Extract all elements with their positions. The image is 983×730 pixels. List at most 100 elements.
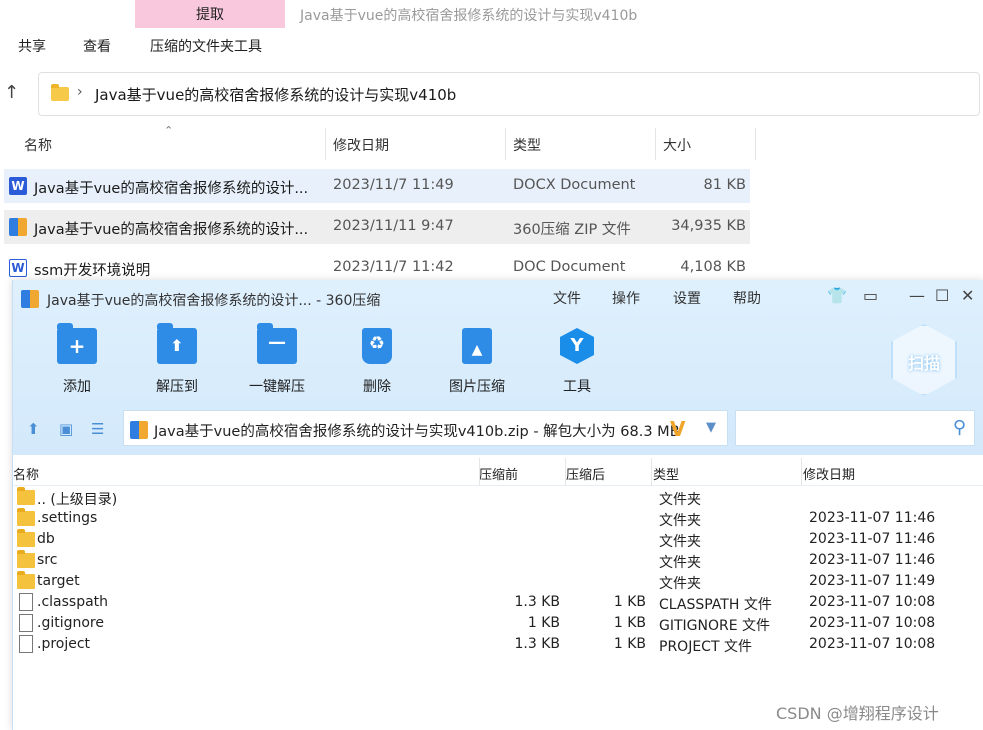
scan-button[interactable]: 扫描 bbox=[891, 324, 957, 396]
thumbnail-view-icon[interactable]: ▣ bbox=[59, 420, 73, 438]
folder-add-icon bbox=[57, 323, 97, 364]
file-type: DOCX Document bbox=[513, 177, 636, 193]
tab-extract[interactable]: 提取 bbox=[135, 0, 285, 28]
minimize-icon[interactable]: — bbox=[909, 286, 925, 305]
entry-date: 2023-11-07 11:46 bbox=[809, 510, 936, 526]
ribbon-view[interactable]: 查看 bbox=[83, 36, 111, 56]
tool-label: 添加 bbox=[63, 379, 91, 395]
column-date[interactable]: 修改日期 bbox=[803, 464, 855, 483]
entry-type: CLASSPATH 文件 bbox=[659, 597, 772, 613]
column-type[interactable]: 类型 bbox=[653, 464, 679, 483]
file-date: 2023/11/11 9:47 bbox=[333, 218, 454, 234]
zip-row[interactable]: .project 1.3 KB 1 KB PROJECT 文件 2023-11-… bbox=[13, 634, 973, 655]
menu-settings[interactable]: 设置 bbox=[673, 288, 701, 308]
entry-type: 文件夹 bbox=[659, 492, 701, 508]
chevron-down-icon[interactable]: ▼ bbox=[706, 420, 716, 435]
tool-image-compress-button[interactable]: 图片压缩 bbox=[437, 328, 517, 398]
scan-label: 扫描 bbox=[907, 354, 940, 373]
zip-row[interactable]: .classpath 1.3 KB 1 KB CLASSPATH 文件 2023… bbox=[13, 592, 973, 613]
column-divider[interactable] bbox=[505, 128, 506, 160]
close-icon[interactable]: ✕ bbox=[961, 286, 974, 305]
tools-hex-icon bbox=[560, 328, 594, 364]
tool-label: 解压到 bbox=[156, 379, 198, 395]
zip-path-text: Java基于vue的高校宿舍报修系统的设计与实现v410b.zip - 解包大小… bbox=[154, 424, 680, 440]
column-divider[interactable] bbox=[565, 458, 566, 486]
word-icon: W bbox=[9, 177, 27, 195]
column-before[interactable]: 压缩前 bbox=[479, 464, 518, 483]
file-name: Java基于vue的高校宿舍报修系统的设计... bbox=[34, 222, 309, 238]
up-level-icon[interactable]: ⬆ bbox=[27, 420, 40, 438]
explorer-ribbon: 共享 查看 压缩的文件夹工具 bbox=[0, 30, 983, 60]
tool-label: 一键解压 bbox=[249, 379, 305, 395]
tool-delete-button[interactable]: 删除 bbox=[337, 328, 417, 398]
search-icon[interactable]: ⚲ bbox=[953, 417, 966, 438]
zip-icon bbox=[9, 218, 27, 236]
column-divider[interactable] bbox=[479, 458, 480, 486]
zip-row[interactable]: target 文件夹 2023-11-07 11:49 bbox=[13, 571, 973, 592]
column-name[interactable]: 名称 bbox=[24, 135, 52, 155]
watermark: CSDN @增翔程序设计 bbox=[776, 704, 939, 723]
ribbon-share[interactable]: 共享 bbox=[18, 36, 46, 56]
zip-row[interactable]: .gitignore 1 KB 1 KB GITIGNORE 文件 2023-1… bbox=[13, 613, 973, 634]
entry-name: .settings bbox=[37, 510, 98, 526]
entry-type: GITIGNORE 文件 bbox=[659, 618, 771, 634]
entry-type: 文件夹 bbox=[659, 555, 701, 571]
menu-file[interactable]: 文件 bbox=[553, 288, 581, 308]
up-arrow-icon[interactable]: ↑ bbox=[4, 82, 22, 104]
column-divider[interactable] bbox=[755, 128, 756, 160]
zip-row[interactable]: .settings 文件夹 2023-11-07 11:46 bbox=[13, 508, 973, 529]
tool-label: 删除 bbox=[363, 379, 391, 395]
entry-name: .gitignore bbox=[37, 615, 104, 631]
tool-one-click-extract-button[interactable]: 一键解压 bbox=[237, 323, 317, 398]
zip-search-input[interactable]: ⚲ bbox=[735, 410, 975, 446]
feedback-icon[interactable]: ▭ bbox=[863, 286, 878, 305]
skin-icon[interactable]: 👕 bbox=[827, 286, 847, 305]
entry-type: 文件夹 bbox=[659, 576, 701, 592]
file-size: 81 KB bbox=[703, 177, 746, 193]
entry-size-after: 1 KB bbox=[613, 636, 646, 652]
tool-label: 工具 bbox=[563, 379, 591, 395]
entry-size-after: 1 KB bbox=[613, 594, 646, 610]
column-divider[interactable] bbox=[651, 458, 652, 486]
list-view-icon[interactable]: ☰ bbox=[91, 420, 104, 438]
column-divider[interactable] bbox=[655, 128, 656, 160]
ribbon-compressed-folder-tools[interactable]: 压缩的文件夹工具 bbox=[150, 36, 262, 56]
chevron-right-icon[interactable]: › bbox=[77, 84, 83, 100]
column-date[interactable]: 修改日期 bbox=[333, 135, 389, 155]
column-divider[interactable] bbox=[801, 458, 802, 486]
v-logo-icon: V bbox=[670, 417, 686, 441]
menu-operation[interactable]: 操作 bbox=[612, 288, 640, 308]
file-date: 2023/11/7 11:42 bbox=[333, 259, 454, 275]
zip-row[interactable]: db 文件夹 2023-11-07 11:46 bbox=[13, 529, 973, 550]
file-date: 2023/11/7 11:49 bbox=[333, 177, 454, 193]
column-after[interactable]: 压缩后 bbox=[566, 464, 605, 483]
zip-window-title: Java基于vue的高校宿舍报修系统的设计... - 360压缩 bbox=[47, 293, 381, 309]
menu-help[interactable]: 帮助 bbox=[733, 288, 761, 308]
zip-path-bar[interactable]: Java基于vue的高校宿舍报修系统的设计与实现v410b.zip - 解包大小… bbox=[123, 410, 728, 446]
tool-extract-to-button[interactable]: 解压到 bbox=[137, 323, 217, 398]
entry-size-before: 1.3 KB bbox=[514, 594, 561, 610]
column-type[interactable]: 类型 bbox=[513, 135, 541, 155]
file-row[interactable]: W Java基于vue的高校宿舍报修系统的设计... 2023/11/7 11:… bbox=[4, 169, 750, 203]
zip-column-header: 名称 压缩前 压缩后 类型 修改日期 bbox=[13, 458, 983, 486]
entry-date: 2023-11-07 10:08 bbox=[809, 636, 936, 652]
entry-size-before: 1.3 KB bbox=[514, 636, 561, 652]
tool-tools-button[interactable]: 工具 bbox=[537, 328, 617, 398]
tool-add-button[interactable]: 添加 bbox=[37, 323, 117, 398]
file-row[interactable]: Java基于vue的高校宿舍报修系统的设计... 2023/11/11 9:47… bbox=[4, 210, 750, 244]
explorer-titlebar: 提取 Java基于vue的高校宿舍报修系统的设计与实现v410b bbox=[0, 0, 983, 30]
column-name[interactable]: 名称 bbox=[13, 464, 39, 483]
zip-row[interactable]: src 文件夹 2023-11-07 11:46 bbox=[13, 550, 973, 571]
column-divider[interactable] bbox=[325, 128, 326, 160]
entry-date: 2023-11-07 10:08 bbox=[809, 594, 936, 610]
column-size[interactable]: 大小 bbox=[663, 135, 691, 155]
folder-icon bbox=[17, 508, 35, 526]
address-bar[interactable]: › Java基于vue的高校宿舍报修系统的设计与实现v410b bbox=[38, 72, 980, 116]
zip-app-icon bbox=[21, 290, 39, 308]
entry-type: 文件夹 bbox=[659, 534, 701, 550]
zip-icon bbox=[130, 421, 148, 439]
zip-row[interactable]: .. (上级目录) 文件夹 bbox=[13, 487, 973, 508]
maximize-icon[interactable]: ☐ bbox=[935, 286, 949, 305]
explorer-column-header: 名称 修改日期 类型 大小 bbox=[0, 128, 760, 160]
entry-date: 2023-11-07 11:46 bbox=[809, 531, 936, 547]
